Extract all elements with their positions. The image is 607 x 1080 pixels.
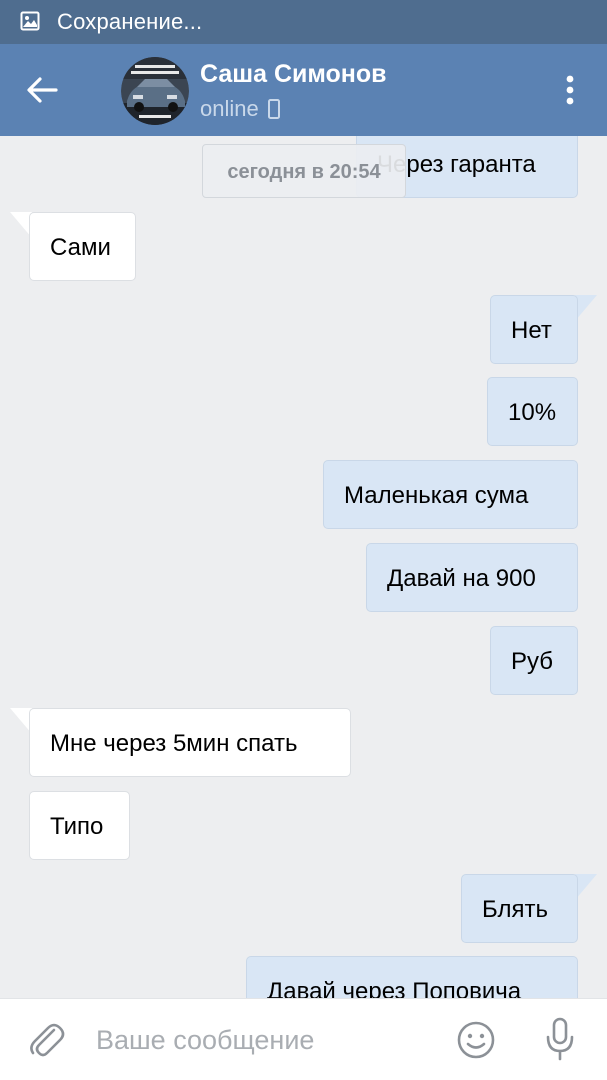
contact-status: online bbox=[200, 96, 259, 121]
outgoing-tail bbox=[575, 874, 597, 900]
status-text: Сохранение... bbox=[57, 9, 203, 34]
message-incoming[interactable]: Мне через 5мин спать bbox=[29, 708, 351, 777]
date-label: сегодня в 20:54 bbox=[202, 144, 406, 198]
message-list[interactable]: Через гаранта сегодня в 20:54 Сами Нет 1… bbox=[0, 136, 607, 998]
status-bar: Сохранение... bbox=[0, 0, 607, 44]
message-incoming[interactable]: Сами bbox=[29, 212, 136, 281]
message-outgoing[interactable]: Маленькая сума bbox=[323, 460, 578, 529]
paperclip-icon[interactable] bbox=[24, 1017, 68, 1061]
outgoing-tail bbox=[575, 295, 597, 321]
message-outgoing[interactable]: Давай на 900 bbox=[366, 543, 578, 612]
microphone-icon[interactable] bbox=[540, 1015, 580, 1063]
contact-name[interactable]: Саша Симонов bbox=[200, 59, 387, 89]
image-save-icon bbox=[20, 11, 40, 31]
chat-header: Саша Симонов online bbox=[0, 44, 607, 136]
message-outgoing[interactable]: 10% bbox=[487, 377, 578, 446]
message-incoming[interactable]: Типо bbox=[29, 791, 130, 860]
more-vertical-icon[interactable] bbox=[552, 66, 588, 114]
message-outgoing[interactable]: Блять bbox=[461, 874, 578, 943]
message-outgoing[interactable]: Давай через Поповича bbox=[246, 956, 578, 998]
mobile-phone-icon bbox=[268, 99, 280, 119]
back-button[interactable] bbox=[18, 66, 66, 114]
arrow-left-icon bbox=[27, 77, 58, 103]
message-input[interactable] bbox=[96, 1017, 436, 1063]
avatar[interactable] bbox=[121, 57, 189, 125]
composer bbox=[0, 998, 607, 1080]
message-outgoing[interactable]: Нет bbox=[490, 295, 578, 364]
message-outgoing[interactable]: Руб bbox=[490, 626, 578, 695]
smiley-icon[interactable] bbox=[455, 1019, 497, 1061]
